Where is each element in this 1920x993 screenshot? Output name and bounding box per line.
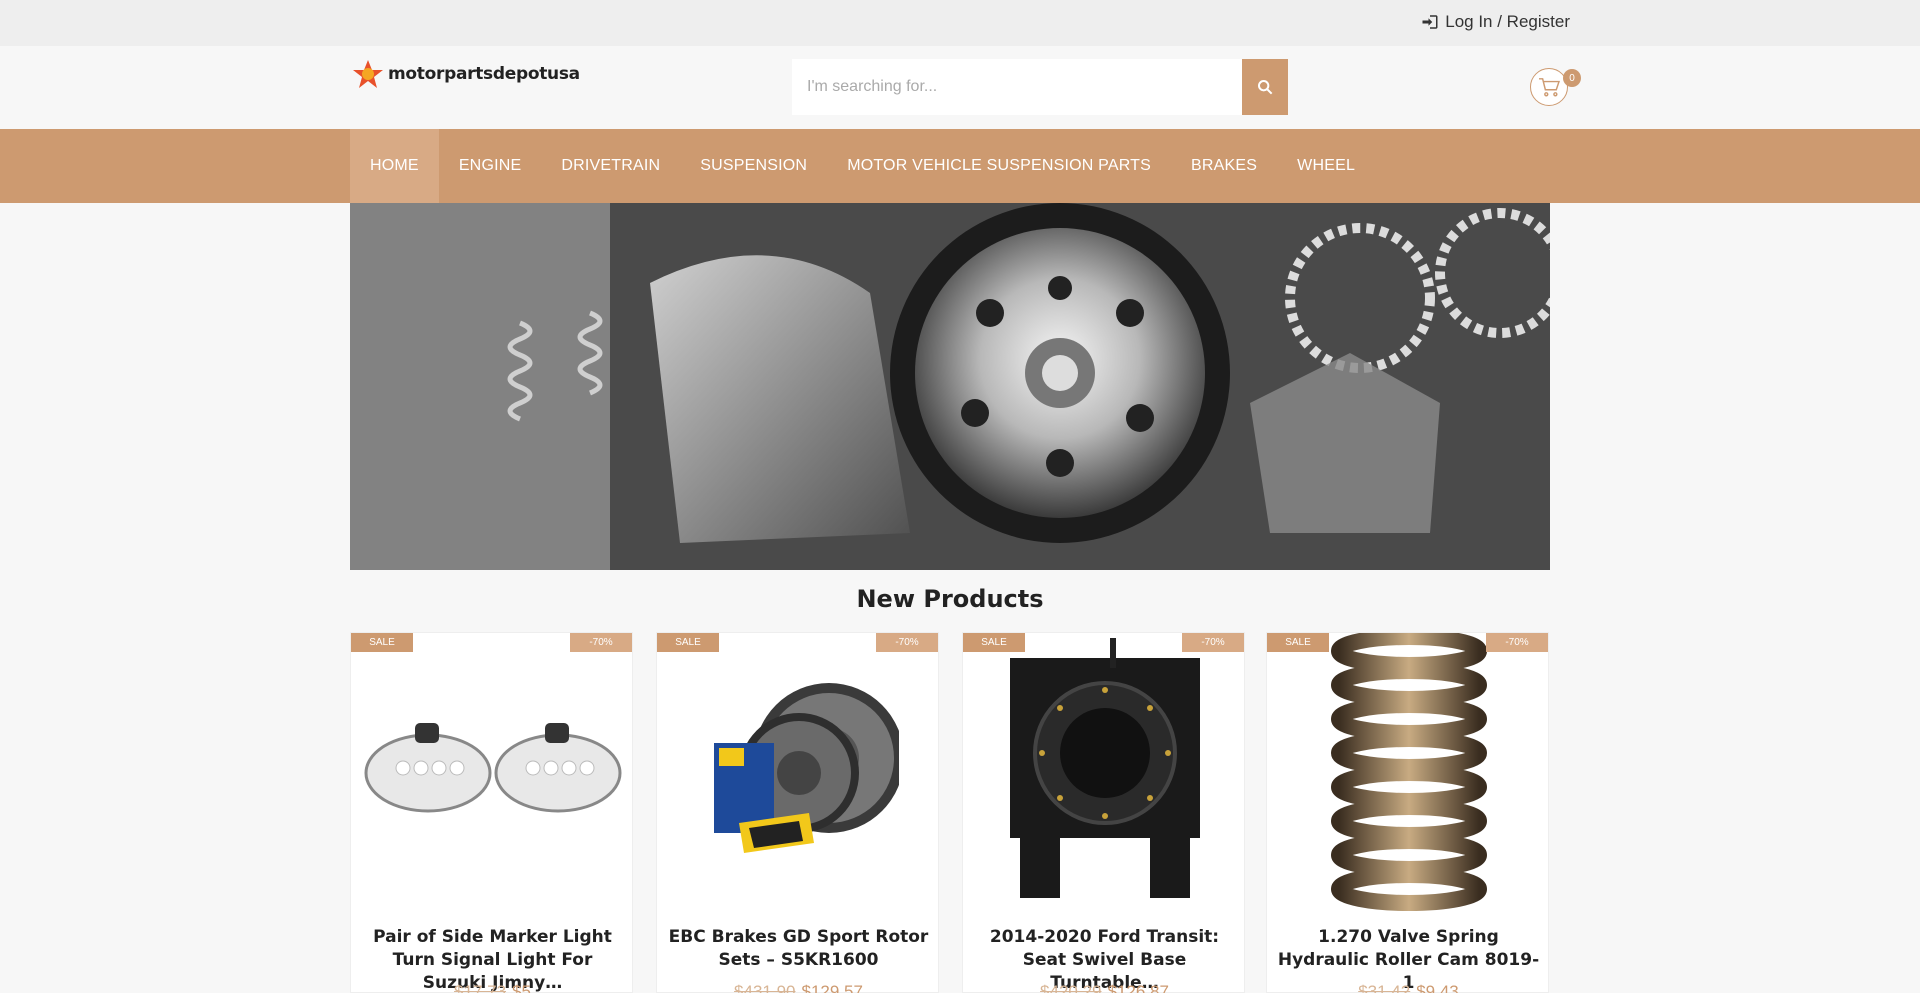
side-marker-lights-image — [364, 723, 621, 813]
site-logo[interactable]: motorpartsdepotusa — [352, 58, 580, 90]
product-price: $31.42 $9.43 — [1267, 982, 1550, 993]
star-logo-icon — [353, 60, 383, 88]
hero-banner-image — [350, 203, 1550, 570]
product-image[interactable] — [657, 633, 940, 913]
product-image[interactable] — [1267, 633, 1550, 913]
discount-badge: -70% — [570, 633, 632, 652]
discount-badge: -70% — [876, 633, 938, 652]
product-name[interactable]: EBC Brakes GD Sport Rotor Sets – S5KR160… — [667, 926, 930, 972]
sale-badge: SALE — [351, 633, 413, 652]
product-card[interactable]: SALE -70% EBC Brakes GD Sport Rotor Sets… — [656, 632, 939, 993]
nav-item-motor-vehicle-suspension-parts[interactable]: MOTOR VEHICLE SUSPENSION PARTS — [827, 129, 1171, 203]
section-title: New Products — [856, 585, 1044, 613]
discount-badge: -70% — [1486, 633, 1548, 652]
discount-badge: -70% — [1182, 633, 1244, 652]
search-icon — [1258, 80, 1273, 95]
cart-button[interactable] — [1530, 68, 1568, 106]
nav-item-suspension[interactable]: SUSPENSION — [680, 129, 827, 203]
old-price: $431.90 — [734, 982, 796, 993]
login-register-link[interactable]: Log In / Register — [1421, 12, 1570, 32]
nav-item-engine[interactable]: ENGINE — [439, 129, 542, 203]
old-price: $31.42 — [1358, 982, 1411, 993]
old-price: $17.73 — [454, 982, 507, 993]
sale-badge: SALE — [1267, 633, 1329, 652]
product-price: $17.73 $5 — [351, 982, 634, 993]
sale-price: $9.43 — [1416, 982, 1459, 993]
product-price: $431.90 $129.57 — [657, 982, 940, 993]
product-price: $420.29 $126.87 — [963, 982, 1246, 993]
search-input[interactable] — [792, 59, 1242, 115]
logo-text: motorpartsdepotusa — [388, 64, 580, 84]
nav-item-wheel[interactable]: WHEEL — [1277, 129, 1375, 203]
search-bar — [792, 59, 1288, 115]
login-register-label: Log In / Register — [1445, 12, 1570, 31]
product-card[interactable]: SALE -70% 1.270 Valve Spring Hydraulic R… — [1266, 632, 1549, 993]
cart-icon — [1539, 78, 1560, 97]
product-image[interactable] — [351, 633, 634, 913]
search-button[interactable] — [1242, 59, 1288, 115]
brake-rotor-kit-image — [713, 683, 899, 853]
engine-illustration — [350, 203, 1550, 570]
seat-swivel-base-image — [1009, 638, 1200, 898]
sale-price: $129.57 — [801, 982, 863, 993]
valve-spring-image — [1330, 633, 1487, 911]
product-image[interactable] — [963, 633, 1246, 913]
sale-price: $126.87 — [1107, 982, 1169, 993]
product-card[interactable]: SALE -70% Pair of Side Marker Light Turn… — [350, 632, 633, 993]
old-price: $420.29 — [1040, 982, 1102, 993]
sale-badge: SALE — [657, 633, 719, 652]
nav-item-home[interactable]: HOME — [350, 129, 439, 203]
top-bar: Log In / Register — [0, 0, 1920, 46]
sale-badge: SALE — [963, 633, 1025, 652]
nav-item-drivetrain[interactable]: DRIVETRAIN — [541, 129, 680, 203]
cart-count-badge: 0 — [1563, 69, 1581, 87]
sale-price: $5 — [512, 982, 531, 993]
product-card[interactable]: SALE -70% 2014-2020 Ford Transit: Seat S… — [962, 632, 1245, 993]
header: motorpartsdepotusa 0 — [0, 46, 1920, 129]
nav-item-brakes[interactable]: BRAKES — [1171, 129, 1277, 203]
sign-in-icon — [1422, 15, 1438, 29]
main-navigation: HOME ENGINE DRIVETRAIN SUSPENSION MOTOR … — [0, 129, 1920, 203]
